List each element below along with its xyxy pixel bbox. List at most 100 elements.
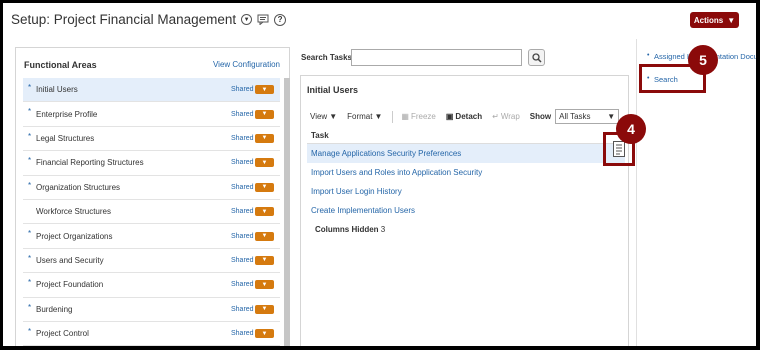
shared-label: Shared <box>231 281 254 289</box>
required-marker: * <box>28 156 32 166</box>
shared-label: Shared <box>231 232 254 240</box>
wrap-icon: ↵ <box>492 112 499 121</box>
functional-area-row[interactable]: Workforce Structures Shared ▼ <box>23 200 280 225</box>
show-select[interactable]: All Tasks ▼ <box>555 109 620 124</box>
wrap-label: Wrap <box>500 112 520 121</box>
row-menu-button[interactable]: ▼ <box>255 231 274 241</box>
functional-area-row[interactable]: * Burdening Shared ▼ <box>23 298 280 322</box>
bullet-icon: • <box>647 52 650 59</box>
row-menu-button[interactable]: ▼ <box>255 207 274 217</box>
row-menu-button[interactable]: ▼ <box>255 280 274 290</box>
task-column-header[interactable]: Task <box>307 128 625 144</box>
shared-label: Shared <box>231 86 254 94</box>
row-menu-button[interactable]: ▼ <box>255 304 274 314</box>
table-toolbar: View ▼ Format ▼ ▦ Freeze ▣ Detach ↵ Wrap Show… <box>310 109 620 124</box>
app-frame: Setup: Project Financial Management ▼ ? … <box>3 3 756 346</box>
toolbar-divider <box>392 110 394 123</box>
task-list: Manage Applications Security Preferences… <box>307 144 625 220</box>
shared-label: Shared <box>231 305 254 313</box>
search-button[interactable] <box>528 49 545 66</box>
search-tasks-label: Search Tasks <box>301 53 352 62</box>
functional-area-label: Project Organizations <box>36 231 113 241</box>
show-select-value: All Tasks <box>559 112 591 121</box>
shared-label: Shared <box>231 134 254 142</box>
search-icon <box>531 52 542 63</box>
view-configuration-link[interactable]: View Configuration <box>213 60 280 69</box>
chevron-down-icon: ▼ <box>607 112 616 121</box>
row-menu-button[interactable]: ▼ <box>255 133 274 143</box>
functional-area-label: Organization Structures <box>36 182 121 192</box>
functional-area-label: Project Foundation <box>36 280 104 290</box>
chat-icon[interactable] <box>257 14 269 25</box>
required-marker: * <box>28 278 32 288</box>
freeze-icon: ▦ <box>401 112 409 121</box>
show-label: Show <box>529 112 552 121</box>
functional-area-row[interactable]: * Project Control Shared ▼ <box>23 322 280 346</box>
functional-area-row[interactable]: * Financial Reporting Structures Shared … <box>23 151 280 176</box>
required-marker: * <box>28 253 32 263</box>
functional-area-label: Initial Users <box>36 85 78 95</box>
format-menu[interactable]: Format ▼ <box>347 112 382 121</box>
row-menu-button[interactable]: ▼ <box>255 255 274 265</box>
task-row[interactable]: Import Users and Roles into Application … <box>307 163 625 182</box>
callout-badge: 5 <box>688 45 718 75</box>
page-title: Setup: Project Financial Management <box>11 12 237 27</box>
tasks-panel: Initial Users View ▼ Format ▼ ▦ Freeze ▣ Det… <box>300 75 629 346</box>
freeze-button[interactable]: ▦ Freeze <box>401 112 435 121</box>
functional-area-row[interactable]: * Organization Structures Shared ▼ <box>23 176 280 200</box>
required-marker: * <box>28 326 32 336</box>
title-menu-icon[interactable]: ▼ <box>241 14 253 25</box>
detach-button[interactable]: ▣ Detach <box>446 112 482 121</box>
functional-area-label: Legal Structures <box>36 133 95 143</box>
shared-label: Shared <box>231 256 254 264</box>
tasks-panel-title: Initial Users <box>307 85 359 95</box>
format-label: Format <box>347 112 373 121</box>
freeze-label: Freeze <box>410 112 436 121</box>
chevron-down-icon: ▼ <box>727 15 736 25</box>
functional-area-row[interactable]: * Initial Users Shared ▼ <box>23 78 280 103</box>
functional-areas-panel: Functional Areas View Configuration * In… <box>15 47 290 346</box>
functional-area-row[interactable]: * Enterprise Profile Shared ▼ <box>23 102 280 127</box>
row-menu-button[interactable]: ▼ <box>255 109 274 119</box>
chevron-down-icon: ▼ <box>374 112 383 121</box>
task-row[interactable]: Manage Applications Security Preferences <box>307 144 625 163</box>
shared-label: Shared <box>231 208 254 216</box>
help-icon[interactable]: ? <box>274 13 287 26</box>
detach-label: Detach <box>455 112 483 121</box>
functional-area-label: Burdening <box>36 304 73 314</box>
actions-label: Actions <box>693 15 724 25</box>
columns-hidden-count: 3 <box>380 225 386 234</box>
row-menu-button[interactable]: ▼ <box>255 85 274 95</box>
actions-button[interactable]: Actions ▼ <box>690 12 739 28</box>
functional-area-row[interactable]: * Legal Structures Shared ▼ <box>23 127 280 152</box>
required-marker: * <box>28 83 32 92</box>
task-row[interactable]: Create Implementation Users <box>307 201 625 220</box>
required-marker: * <box>28 107 32 117</box>
functional-area-row[interactable]: * Users and Security Shared ▼ <box>23 249 280 274</box>
wrap-button[interactable]: ↵ Wrap <box>492 112 520 121</box>
chevron-down-icon: ▼ <box>329 112 338 121</box>
functional-area-label: Financial Reporting Structures <box>36 158 144 168</box>
columns-hidden: Columns Hidden 3 <box>315 225 385 234</box>
task-row[interactable]: Import User Login History <box>307 182 625 201</box>
view-label: View <box>310 112 328 121</box>
required-marker: * <box>28 131 32 141</box>
search-tasks-input[interactable] <box>351 49 522 66</box>
shared-label: Shared <box>231 183 254 191</box>
functional-area-label: Enterprise Profile <box>36 109 98 119</box>
scrollbar[interactable] <box>284 78 290 346</box>
row-menu-button[interactable]: ▼ <box>255 158 274 168</box>
functional-area-label: Workforce Structures <box>36 207 111 217</box>
functional-area-label: Project Control <box>36 329 89 339</box>
functional-area-row[interactable]: * Project Organizations Shared ▼ <box>23 224 280 249</box>
detach-icon: ▣ <box>445 112 454 121</box>
row-menu-button[interactable]: ▼ <box>255 182 274 192</box>
shared-label: Shared <box>231 159 254 167</box>
required-marker: * <box>28 302 32 312</box>
row-menu-button[interactable]: ▼ <box>255 329 274 339</box>
functional-area-row[interactable]: * Project Foundation Shared ▼ <box>23 273 280 298</box>
shared-label: Shared <box>231 330 254 338</box>
callout-badge: 4 <box>616 114 646 144</box>
required-marker: * <box>28 229 32 239</box>
view-menu[interactable]: View ▼ <box>310 112 337 121</box>
